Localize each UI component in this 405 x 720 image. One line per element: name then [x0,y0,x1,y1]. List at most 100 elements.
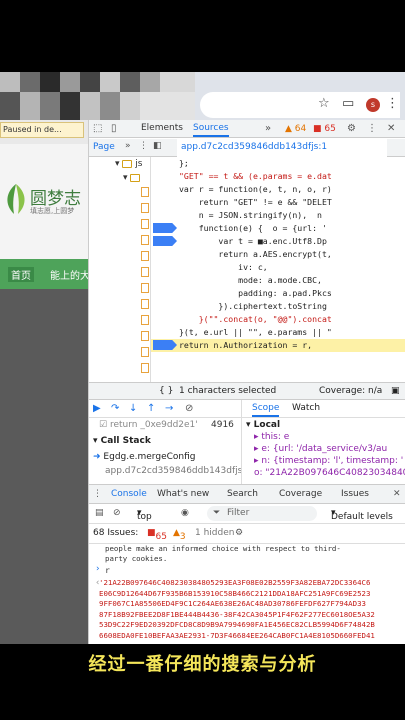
file-icon[interactable] [141,315,149,325]
errors-badge[interactable]: ■ 65 [313,124,336,134]
code-line[interactable]: mode: a.mode.CBC, [151,274,405,287]
coverage-status: Coverage: n/a [319,386,383,396]
close-drawer-icon[interactable]: ✕ [393,489,401,499]
tab-search[interactable]: Search [227,489,258,499]
code-line[interactable]: }; [151,157,405,170]
file-icon[interactable] [141,299,149,309]
code-line[interactable]: return a.AES.encrypt(t, [151,248,405,261]
callstack-file[interactable]: app.d7c2cd359846ddb143dfjs:1 [105,466,241,476]
code-line[interactable]: }).ciphertext.toString [151,300,405,313]
console-output: people make an informed choice with resp… [89,544,405,644]
console-result[interactable]: '21A22B097646C408230384805293EA3F08E02B2… [99,578,389,644]
breakpoint-marker[interactable] [153,223,177,233]
code-line[interactable]: return n.Authorization = r, [151,339,405,352]
file-icon[interactable] [141,251,149,261]
panel-toggle-icon[interactable]: ▣ [391,386,400,396]
file-icon[interactable] [141,235,149,245]
paused-label: Paused in de... [3,125,62,134]
toggle-sidebar-icon[interactable]: ◧ [153,141,162,151]
more-tabs-icon[interactable]: » [265,123,271,134]
nav-home[interactable]: 首页 [8,267,34,282]
tab-console[interactable]: Console [111,489,147,499]
callstack-frame[interactable]: ➜ Egdg.e.mergeConfig [93,452,195,462]
close-icon[interactable]: ✕ [387,123,395,134]
warnings-badge[interactable]: ▲ 64 [285,124,306,134]
log-levels-dropdown[interactable]: Default levels ▾ [331,508,393,522]
kebab-icon[interactable]: ⋮ [139,141,148,151]
page-tab[interactable]: Page [93,142,115,152]
code-line[interactable]: n = JSON.stringify(n), n [151,209,405,222]
tab-whats-new[interactable]: What's new [157,489,209,499]
scope-n[interactable]: ▸ n: {timestamp: 'l', timestamp: ' [254,456,403,466]
tree-folder[interactable]: ▾ [123,173,141,183]
more-icon[interactable]: » [125,141,131,151]
file-icon[interactable] [141,187,149,197]
issues-summary[interactable]: 68 Issues: [93,528,138,538]
file-icon[interactable] [141,347,149,357]
tab-coverage[interactable]: Coverage [279,489,322,499]
file-icon[interactable] [141,203,149,213]
site-header: 圆梦志 填志愿,上圆梦 [0,144,88,259]
code-line[interactable]: iv: c, [151,261,405,274]
file-icon[interactable] [141,363,149,373]
scope-o[interactable]: o: "21A22B097646C40823034840529 [254,468,405,478]
live-expression-eye-icon[interactable]: ◉ [181,508,189,518]
code-line[interactable] [151,352,405,365]
clear-console-icon[interactable]: ⊘ [113,508,121,518]
tab-sources[interactable]: Sources [193,123,229,137]
code-line[interactable]: return "GET" != e && "DELET [151,196,405,209]
deactivate-breakpoints-icon[interactable]: ⊘ [185,403,193,414]
extensions-icon[interactable]: ▭ [342,96,354,111]
tab-scope[interactable]: Scope [252,403,280,417]
format-icon[interactable]: { } [159,386,173,396]
open-file-tab[interactable]: app.d7c2cd359846ddb143dfjs:1 [177,139,387,157]
callstack-title[interactable]: ▾ Call Stack [93,436,151,446]
file-icon[interactable] [141,331,149,341]
inspect-icon[interactable]: ⬚ [93,123,102,134]
code-line[interactable]: padding: a.pad.Pkcs [151,287,405,300]
file-icon[interactable] [141,283,149,293]
avatar[interactable]: s [366,98,380,112]
scope-local[interactable]: ▾ Local [246,420,280,430]
tab-elements[interactable]: Elements [141,123,183,133]
folder-icon [122,159,133,168]
step-out-icon[interactable]: ↑ [147,403,155,414]
file-icon[interactable] [141,219,149,229]
context-selector[interactable]: top ▾ [137,508,152,522]
filter-placeholder: Filter [227,508,250,518]
selection-status: 1 characters selected [179,386,277,396]
code-line[interactable]: }(t, e.url || "", e.params || " [151,326,405,339]
console-settings-gear-icon[interactable]: ⚙ [235,528,243,538]
issues-errors[interactable]: ■ 65 [147,528,167,542]
code-line[interactable]: function(e) { o = {url: ' [151,222,405,235]
settings-gear-icon[interactable]: ⚙ [347,123,356,134]
step-icon[interactable]: → [165,403,173,414]
breakpoint-marker[interactable] [153,236,177,246]
code-line[interactable]: "GET" == t && (e.params = e.dat [151,170,405,183]
scope-this[interactable]: ▸ this: e [254,432,289,442]
more-options-icon[interactable]: ⋮ [367,123,377,134]
breakpoint-marker[interactable] [153,340,177,350]
tab-issues[interactable]: Issues [341,489,369,499]
scope-e[interactable]: ▸ e: {url: '/data_service/v3/au [254,444,387,454]
tab-watch[interactable]: Watch [292,403,320,413]
drawer-menu-icon[interactable]: ⋮ [93,489,102,499]
code-line[interactable]: var t = ■a.enc.Utf8.Dp [151,235,405,248]
issues-warnings[interactable]: ▲ 3 [173,528,186,542]
resume-icon[interactable]: ▶ [93,403,101,414]
code-line[interactable]: var r = function(e, t, n, o, r) [151,183,405,196]
step-over-icon[interactable]: ↷ [111,403,119,414]
filter-input[interactable]: ⏷ Filter [207,506,317,521]
star-icon[interactable]: ☆ [318,96,330,111]
tree-folder-js[interactable]: ▾ js [115,159,142,169]
sidebar-toggle-icon[interactable]: ▤ [95,508,104,518]
device-toolbar-icon[interactable]: ▯ [111,123,117,134]
code-editor[interactable]: }; "GET" == t && (e.params = e.dat var r =… [151,157,405,382]
code-line[interactable] [151,365,405,378]
step-into-icon[interactable]: ↓ [129,403,137,414]
nav-schools[interactable]: 能上的大 [50,267,88,282]
video-frame: ☆ ▭ s ⋮ Paused in de... 圆梦志 填志愿,上圆梦 首页 能… [0,0,405,720]
file-icon[interactable] [141,267,149,277]
code-line[interactable]: }("".concat(o, "@@").concat [151,313,405,326]
kebab-menu-icon[interactable]: ⋮ [386,96,399,111]
